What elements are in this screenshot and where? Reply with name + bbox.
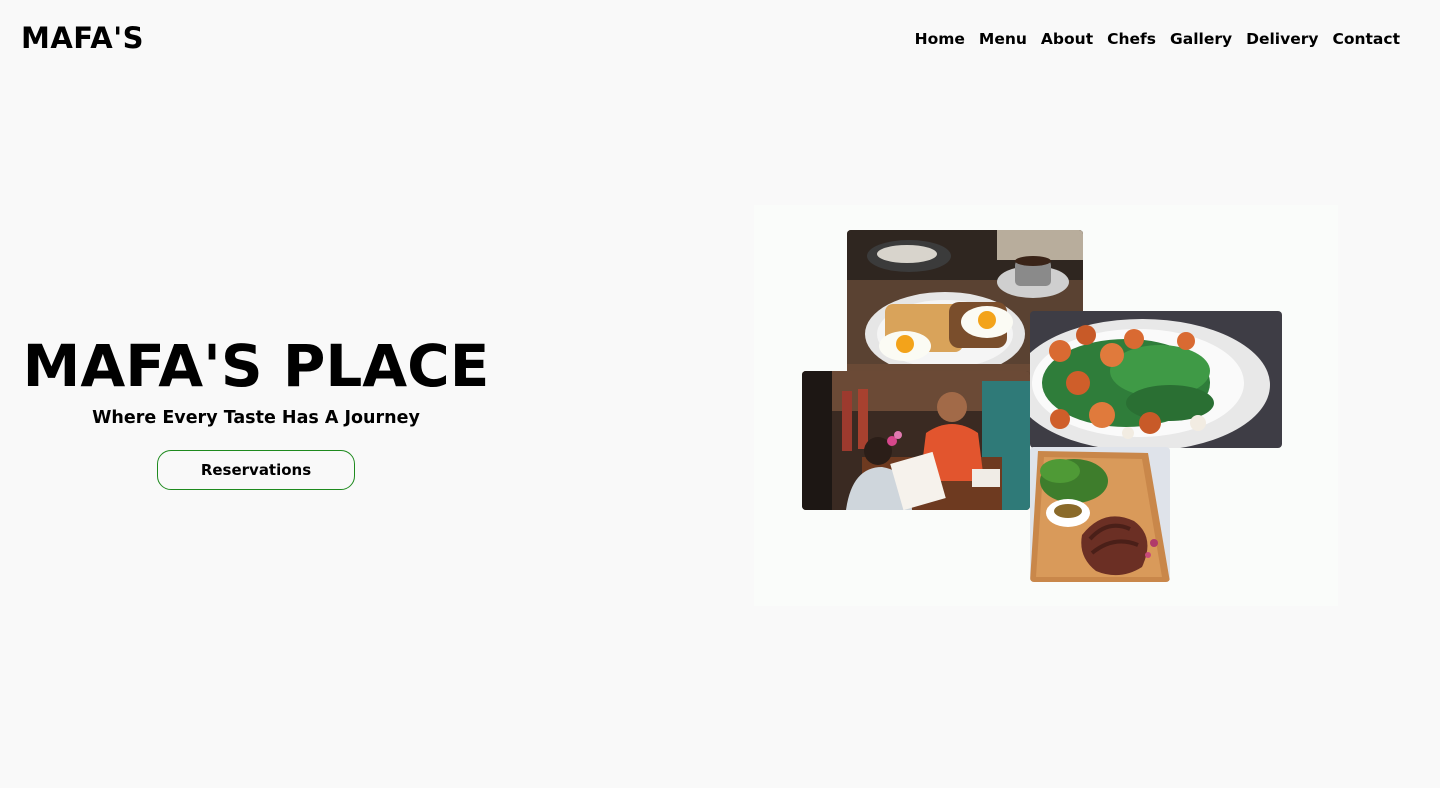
nav-link-about[interactable]: About xyxy=(1041,30,1093,48)
steak-photo xyxy=(1030,447,1170,582)
hero-title: MAFA'S PLACE xyxy=(22,332,490,400)
nav-item-home: Home xyxy=(915,29,965,49)
salad-photo xyxy=(1030,311,1282,448)
reservations-button[interactable]: Reservations xyxy=(157,450,355,490)
nav-link-delivery[interactable]: Delivery xyxy=(1246,30,1318,48)
nav-item-gallery: Gallery xyxy=(1170,29,1232,49)
nav-link-chefs[interactable]: Chefs xyxy=(1107,30,1156,48)
nav-item-contact: Contact xyxy=(1332,29,1400,49)
landing-page: MAFA'S Home Menu About Chefs Gallery Del… xyxy=(0,0,1440,788)
main-nav: Home Menu About Chefs Gallery Delivery C… xyxy=(915,29,1400,49)
food-collage xyxy=(754,205,1338,606)
nav-link-contact[interactable]: Contact xyxy=(1332,30,1400,48)
hero-section: MAFA'S PLACE Where Every Taste Has A Jou… xyxy=(20,332,492,490)
nav-item-about: About xyxy=(1041,29,1093,49)
hero-tagline: Where Every Taste Has A Journey xyxy=(92,408,420,428)
nav-item-chefs: Chefs xyxy=(1107,29,1156,49)
nav-link-home[interactable]: Home xyxy=(915,30,965,48)
nav-link-gallery[interactable]: Gallery xyxy=(1170,30,1232,48)
site-logo[interactable]: MAFA'S xyxy=(21,21,144,55)
nav-item-delivery: Delivery xyxy=(1246,29,1318,49)
nav-item-menu: Menu xyxy=(979,29,1027,49)
diners-photo xyxy=(802,371,1030,510)
nav-link-menu[interactable]: Menu xyxy=(979,30,1027,48)
